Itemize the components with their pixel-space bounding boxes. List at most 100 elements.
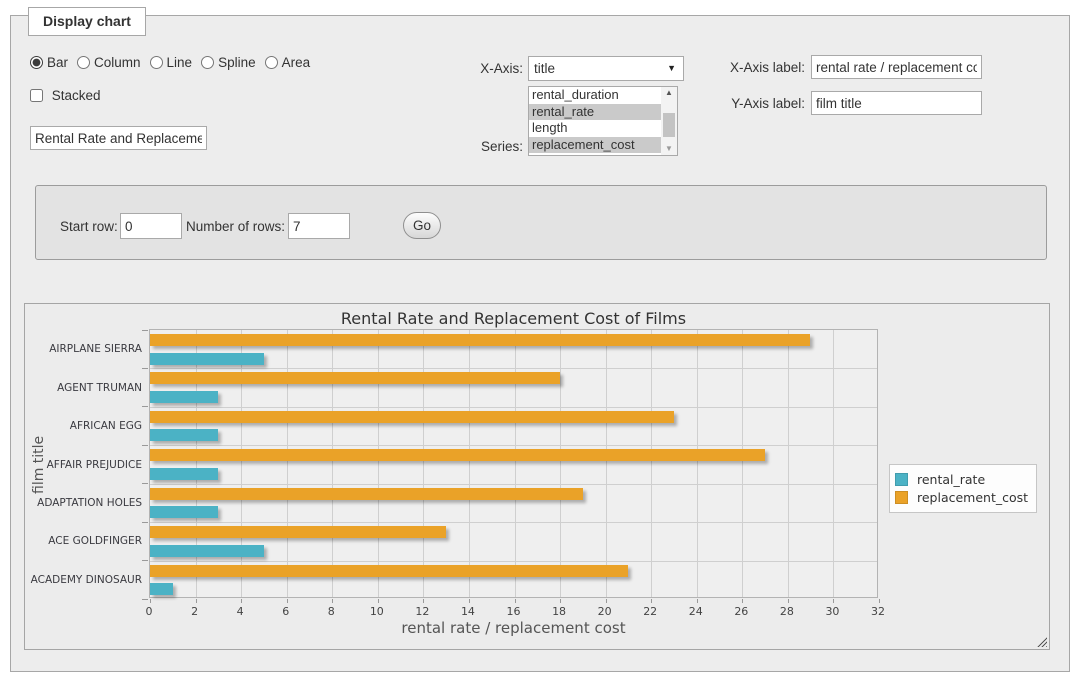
resize-grip-icon[interactable] — [1036, 636, 1047, 647]
x-axis-tick — [469, 599, 470, 603]
x-tick-label: 8 — [328, 605, 335, 618]
category-label: AIRPLANE SIERRA — [28, 343, 142, 355]
x-tick-label: 10 — [370, 605, 384, 618]
x-tick-label: 28 — [780, 605, 794, 618]
x-tick-label: 14 — [461, 605, 475, 618]
radio-column-label[interactable]: Column — [94, 55, 141, 70]
stacked-checkbox[interactable] — [30, 89, 43, 102]
x-axis-tick — [651, 599, 652, 603]
x-axis-tick — [879, 599, 880, 603]
bar-replacement_cost — [150, 488, 583, 500]
radio-line[interactable] — [150, 56, 163, 69]
x-axis-tick — [423, 599, 424, 603]
x-tick-label: 12 — [415, 605, 429, 618]
chart-legend: rental_rate replacement_cost — [889, 464, 1037, 513]
listbox-scrollbar[interactable]: ▲ ▼ — [661, 87, 677, 155]
gridline-horizontal — [150, 484, 877, 485]
x-axis-tick — [196, 599, 197, 603]
scrollbar-thumb[interactable] — [663, 113, 675, 137]
stacked-row: Stacked — [30, 88, 101, 103]
x-axis-tick — [515, 599, 516, 603]
y-axis-tick — [142, 483, 148, 484]
stacked-label[interactable]: Stacked — [52, 88, 101, 103]
gridline-vertical — [332, 330, 333, 597]
x-tick-label: 16 — [507, 605, 521, 618]
legend-entry-replacement_cost: replacement_cost — [895, 490, 1028, 505]
bar-replacement_cost — [150, 334, 810, 346]
x-tick-label: 32 — [871, 605, 885, 618]
bar-replacement_cost — [150, 565, 628, 577]
gridline-horizontal — [150, 368, 877, 369]
bar-rental_rate — [150, 429, 218, 441]
series-select-label: Series: — [455, 139, 523, 154]
go-button[interactable]: Go — [403, 212, 441, 239]
row-range-panel: Start row: Number of rows: Go — [35, 185, 1047, 260]
number-of-rows-input[interactable] — [288, 213, 350, 239]
series-option-length[interactable]: length — [529, 120, 661, 137]
scroll-down-icon[interactable]: ▼ — [661, 143, 677, 155]
category-label: AGENT TRUMAN — [28, 382, 142, 394]
radio-area[interactable] — [265, 56, 278, 69]
x-tick-label: 6 — [282, 605, 289, 618]
x-tick-label: 2 — [191, 605, 198, 618]
x-tick-label: 18 — [552, 605, 566, 618]
bar-rental_rate — [150, 468, 218, 480]
x-axis-label-input[interactable] — [811, 55, 982, 79]
radio-bar-label[interactable]: Bar — [47, 55, 68, 70]
series-option-replacement_cost[interactable]: replacement_cost — [529, 137, 661, 154]
gridline-vertical — [241, 330, 242, 597]
gridline-horizontal — [150, 445, 877, 446]
category-label: ACADEMY DINOSAUR — [28, 574, 142, 586]
x-tick-label: 4 — [237, 605, 244, 618]
x-axis-tick — [560, 599, 561, 603]
scroll-up-icon[interactable]: ▲ — [661, 87, 677, 99]
radio-spline[interactable] — [201, 56, 214, 69]
bar-rental_rate — [150, 353, 264, 365]
gridline-vertical — [560, 330, 561, 597]
display-chart-page: Display chart Bar Column Line Spline Are… — [0, 0, 1081, 681]
x-axis-tick — [697, 599, 698, 603]
x-axis-select[interactable]: title ▼ — [528, 56, 684, 81]
category-label: AFRICAN EGG — [28, 420, 142, 432]
gridline-vertical — [833, 330, 834, 597]
start-row-label: Start row: — [60, 219, 118, 234]
y-axis-tick — [142, 560, 148, 561]
series-options: rental_durationrental_ratelengthreplacem… — [529, 87, 677, 153]
bar-replacement_cost — [150, 449, 765, 461]
x-tick-label: 26 — [734, 605, 748, 618]
y-axis-tick — [142, 406, 148, 407]
x-axis-title: rental rate / replacement cost — [149, 619, 878, 637]
radio-spline-label[interactable]: Spline — [218, 55, 256, 70]
series-option-rental_duration[interactable]: rental_duration — [529, 87, 661, 104]
gridline-vertical — [423, 330, 424, 597]
bar-rental_rate — [150, 391, 218, 403]
gridline-vertical — [196, 330, 197, 597]
legend-entry-rental_rate: rental_rate — [895, 472, 1028, 487]
bar-replacement_cost — [150, 411, 674, 423]
gridline-vertical — [606, 330, 607, 597]
series-option-rental_rate[interactable]: rental_rate — [529, 104, 661, 121]
gridline-vertical — [515, 330, 516, 597]
series-listbox[interactable]: rental_durationrental_ratelengthreplacem… — [528, 86, 678, 156]
x-axis-label-caption: X-Axis label: — [710, 60, 805, 75]
x-axis-tick — [332, 599, 333, 603]
start-row-input[interactable] — [120, 213, 182, 239]
gridline-vertical — [287, 330, 288, 597]
category-label: ACE GOLDFINGER — [28, 535, 142, 547]
legend-swatch-icon — [895, 491, 908, 504]
gridline-vertical — [742, 330, 743, 597]
radio-column[interactable] — [77, 56, 90, 69]
legend-swatch-icon — [895, 473, 908, 486]
x-tick-label: 30 — [825, 605, 839, 618]
y-axis-label-input[interactable] — [811, 91, 982, 115]
chevron-down-icon: ▼ — [667, 57, 676, 80]
x-tick-label: 20 — [598, 605, 612, 618]
radio-area-label[interactable]: Area — [282, 55, 311, 70]
x-axis-tick — [833, 599, 834, 603]
chart-title-input[interactable] — [30, 126, 207, 150]
gridline-vertical — [788, 330, 789, 597]
bar-rental_rate — [150, 583, 173, 595]
radio-bar[interactable] — [30, 56, 43, 69]
radio-line-label[interactable]: Line — [167, 55, 193, 70]
gridline-vertical — [469, 330, 470, 597]
